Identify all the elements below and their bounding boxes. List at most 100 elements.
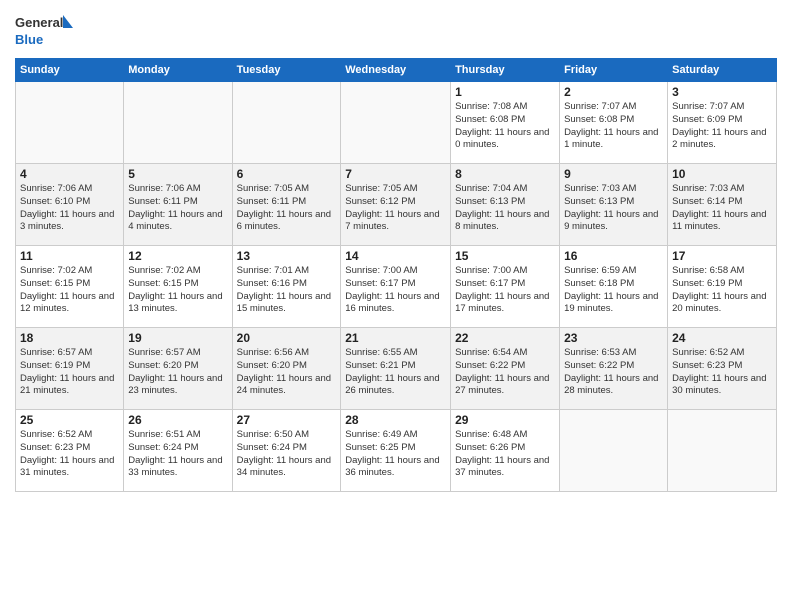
calendar-day-cell: 3 Sunrise: 7:07 AM Sunset: 6:09 PM Daylig… — [668, 82, 777, 164]
calendar-day-header: Monday — [124, 59, 232, 82]
calendar-week-row: 4Sunrise: 7:06 AM Sunset: 6:10 PM Daylig… — [16, 164, 777, 246]
calendar-day-cell: 6 Sunrise: 7:05 AM Sunset: 6:11 PM Daylig… — [232, 164, 341, 246]
calendar-week-row: 1Sunrise: 7:08 AM Sunset: 6:08 PM Daylig… — [16, 82, 777, 164]
calendar-day-cell: 27 Sunrise: 6:50 AM Sunset: 6:24 PM Dayli… — [232, 410, 341, 492]
day-info: Sunrise: 6:55 AM Sunset: 6:21 PM Dayligh… — [345, 347, 446, 398]
day-number: 9 — [564, 167, 663, 181]
day-number: 17 — [672, 249, 772, 263]
day-info: Sunrise: 6:49 AM Sunset: 6:25 PM Dayligh… — [345, 429, 446, 480]
day-number: 19 — [128, 331, 227, 345]
calendar-day-cell: 20 Sunrise: 6:56 AM Sunset: 6:20 PM Dayli… — [232, 328, 341, 410]
calendar-day-cell: 23 Sunrise: 6:53 AM Sunset: 6:22 PM Dayli… — [560, 328, 668, 410]
logo-svg: General Blue — [15, 10, 75, 50]
calendar-day-cell — [668, 410, 777, 492]
day-number: 23 — [564, 331, 663, 345]
day-info: Sunrise: 7:03 AM Sunset: 6:13 PM Dayligh… — [564, 183, 663, 234]
day-number: 25 — [20, 413, 119, 427]
calendar-day-header: Saturday — [668, 59, 777, 82]
calendar-day-cell: 1Sunrise: 7:08 AM Sunset: 6:08 PM Daylig… — [451, 82, 560, 164]
calendar-day-cell: 21 Sunrise: 6:55 AM Sunset: 6:21 PM Dayli… — [341, 328, 451, 410]
calendar-day-cell: 2 Sunrise: 7:07 AM Sunset: 6:08 PM Daylig… — [560, 82, 668, 164]
day-info: Sunrise: 7:05 AM Sunset: 6:12 PM Dayligh… — [345, 183, 446, 234]
day-info: Sunrise: 7:04 AM Sunset: 6:13 PM Dayligh… — [455, 183, 555, 234]
calendar-day-cell — [232, 82, 341, 164]
day-info: Sunrise: 6:56 AM Sunset: 6:20 PM Dayligh… — [237, 347, 337, 398]
calendar-day-cell: 25Sunrise: 6:52 AM Sunset: 6:23 PM Dayli… — [16, 410, 124, 492]
day-number: 12 — [128, 249, 227, 263]
day-info: Sunrise: 6:57 AM Sunset: 6:20 PM Dayligh… — [128, 347, 227, 398]
calendar-day-cell: 17 Sunrise: 6:58 AM Sunset: 6:19 PM Dayli… — [668, 246, 777, 328]
day-info: Sunrise: 6:51 AM Sunset: 6:24 PM Dayligh… — [128, 429, 227, 480]
day-number: 21 — [345, 331, 446, 345]
day-info: Sunrise: 6:52 AM Sunset: 6:23 PM Dayligh… — [672, 347, 772, 398]
day-number: 2 — [564, 85, 663, 99]
calendar-day-cell: 7 Sunrise: 7:05 AM Sunset: 6:12 PM Daylig… — [341, 164, 451, 246]
calendar-day-cell: 14 Sunrise: 7:00 AM Sunset: 6:17 PM Dayli… — [341, 246, 451, 328]
calendar-day-header: Wednesday — [341, 59, 451, 82]
calendar-day-cell — [124, 82, 232, 164]
calendar-day-cell — [560, 410, 668, 492]
calendar-day-header: Friday — [560, 59, 668, 82]
calendar-day-cell: 11 Sunrise: 7:02 AM Sunset: 6:15 PM Dayli… — [16, 246, 124, 328]
day-info: Sunrise: 6:57 AM Sunset: 6:19 PM Dayligh… — [20, 347, 119, 398]
calendar-day-cell: 18 Sunrise: 6:57 AM Sunset: 6:19 PM Dayli… — [16, 328, 124, 410]
day-info: Sunrise: 7:00 AM Sunset: 6:17 PM Dayligh… — [345, 265, 446, 316]
day-info: Sunrise: 6:58 AM Sunset: 6:19 PM Dayligh… — [672, 265, 772, 316]
day-info: Sunrise: 7:02 AM Sunset: 6:15 PM Dayligh… — [128, 265, 227, 316]
day-number: 14 — [345, 249, 446, 263]
day-number: 10 — [672, 167, 772, 181]
calendar-day-cell: 24 Sunrise: 6:52 AM Sunset: 6:23 PM Dayli… — [668, 328, 777, 410]
calendar-header-row: SundayMondayTuesdayWednesdayThursdayFrid… — [16, 59, 777, 82]
day-info: Sunrise: 7:07 AM Sunset: 6:08 PM Dayligh… — [564, 101, 663, 152]
calendar-day-cell — [341, 82, 451, 164]
day-number: 6 — [237, 167, 337, 181]
calendar-week-row: 18 Sunrise: 6:57 AM Sunset: 6:19 PM Dayli… — [16, 328, 777, 410]
day-number: 28 — [345, 413, 446, 427]
day-info: Sunrise: 7:03 AM Sunset: 6:14 PM Dayligh… — [672, 183, 772, 234]
calendar-day-cell: 10 Sunrise: 7:03 AM Sunset: 6:14 PM Dayli… — [668, 164, 777, 246]
calendar-day-cell: 9 Sunrise: 7:03 AM Sunset: 6:13 PM Daylig… — [560, 164, 668, 246]
day-info: Sunrise: 7:08 AM Sunset: 6:08 PM Dayligh… — [455, 101, 555, 152]
day-info: Sunrise: 7:06 AM Sunset: 6:11 PM Dayligh… — [128, 183, 227, 234]
day-info: Sunrise: 6:54 AM Sunset: 6:22 PM Dayligh… — [455, 347, 555, 398]
calendar-day-cell: 29 Sunrise: 6:48 AM Sunset: 6:26 PM Dayli… — [451, 410, 560, 492]
day-number: 7 — [345, 167, 446, 181]
day-info: Sunrise: 7:02 AM Sunset: 6:15 PM Dayligh… — [20, 265, 119, 316]
page-container: General Blue SundayMondayTuesdayWednesday… — [0, 0, 792, 497]
day-number: 13 — [237, 249, 337, 263]
calendar-week-row: 11 Sunrise: 7:02 AM Sunset: 6:15 PM Dayli… — [16, 246, 777, 328]
day-number: 29 — [455, 413, 555, 427]
calendar-day-cell: 12 Sunrise: 7:02 AM Sunset: 6:15 PM Dayli… — [124, 246, 232, 328]
calendar-day-cell — [16, 82, 124, 164]
day-number: 27 — [237, 413, 337, 427]
logo: General Blue — [15, 10, 75, 50]
svg-text:General: General — [15, 15, 63, 30]
calendar-day-header: Sunday — [16, 59, 124, 82]
day-info: Sunrise: 7:05 AM Sunset: 6:11 PM Dayligh… — [237, 183, 337, 234]
day-number: 18 — [20, 331, 119, 345]
calendar-day-cell: 15Sunrise: 7:00 AM Sunset: 6:17 PM Dayli… — [451, 246, 560, 328]
day-info: Sunrise: 6:50 AM Sunset: 6:24 PM Dayligh… — [237, 429, 337, 480]
day-number: 15 — [455, 249, 555, 263]
day-number: 16 — [564, 249, 663, 263]
calendar-day-cell: 4Sunrise: 7:06 AM Sunset: 6:10 PM Daylig… — [16, 164, 124, 246]
calendar-table: SundayMondayTuesdayWednesdayThursdayFrid… — [15, 58, 777, 492]
day-number: 20 — [237, 331, 337, 345]
calendar-day-cell: 5 Sunrise: 7:06 AM Sunset: 6:11 PM Daylig… — [124, 164, 232, 246]
day-info: Sunrise: 7:07 AM Sunset: 6:09 PM Dayligh… — [672, 101, 772, 152]
calendar-day-cell: 19 Sunrise: 6:57 AM Sunset: 6:20 PM Dayli… — [124, 328, 232, 410]
day-number: 8 — [455, 167, 555, 181]
header: General Blue — [15, 10, 777, 50]
calendar-day-cell: 28 Sunrise: 6:49 AM Sunset: 6:25 PM Dayli… — [341, 410, 451, 492]
day-info: Sunrise: 6:53 AM Sunset: 6:22 PM Dayligh… — [564, 347, 663, 398]
day-info: Sunrise: 6:48 AM Sunset: 6:26 PM Dayligh… — [455, 429, 555, 480]
svg-text:Blue: Blue — [15, 32, 43, 47]
day-info: Sunrise: 6:59 AM Sunset: 6:18 PM Dayligh… — [564, 265, 663, 316]
day-number: 3 — [672, 85, 772, 99]
day-number: 4 — [20, 167, 119, 181]
day-number: 26 — [128, 413, 227, 427]
day-number: 5 — [128, 167, 227, 181]
day-number: 24 — [672, 331, 772, 345]
day-number: 11 — [20, 249, 119, 263]
calendar-day-cell: 26 Sunrise: 6:51 AM Sunset: 6:24 PM Dayli… — [124, 410, 232, 492]
